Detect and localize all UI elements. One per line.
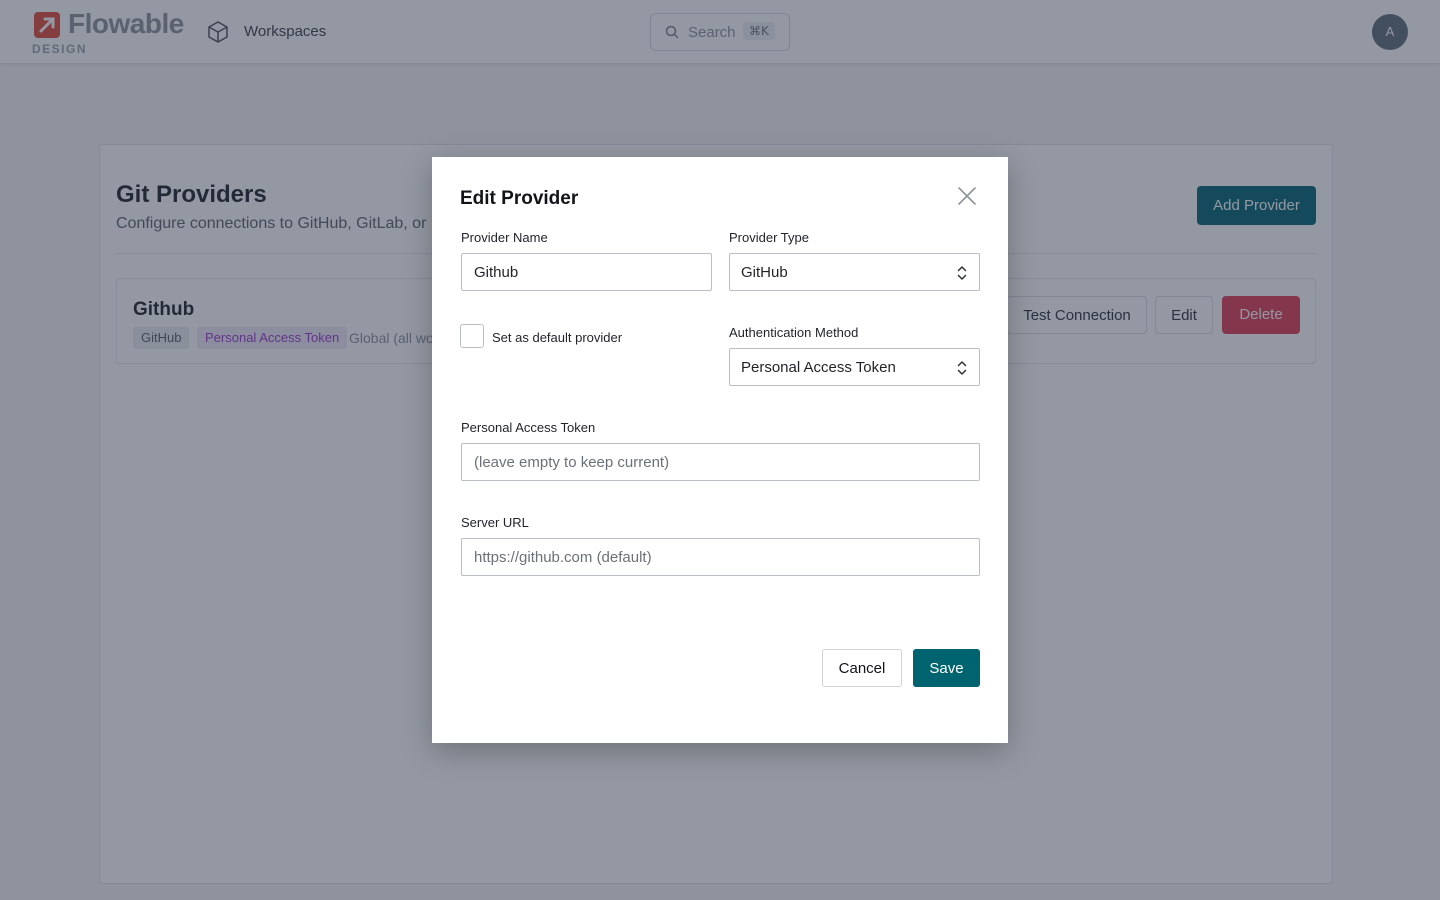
provider-name-input[interactable] [461,253,712,291]
token-label: Personal Access Token [461,420,596,435]
provider-type-value: GitHub [741,264,788,281]
default-provider-label[interactable]: Set as default provider [492,330,622,345]
token-input[interactable] [461,443,980,481]
default-provider-checkbox[interactable] [460,324,484,348]
server-url-input[interactable] [461,538,980,576]
cancel-button[interactable]: Cancel [822,649,902,687]
auth-method-value: Personal Access Token [741,359,896,376]
chevron-up-down-icon [957,266,967,280]
provider-type-select[interactable]: GitHub [729,253,980,291]
chevron-up-down-icon [957,361,967,375]
provider-name-label: Provider Name [461,230,548,245]
dialog-title: Edit Provider [460,188,579,209]
provider-type-label: Provider Type [729,230,809,245]
close-icon[interactable] [956,185,978,207]
auth-method-label: Authentication Method [729,325,859,340]
edit-provider-dialog: Edit Provider Provider Name Provider Typ… [432,157,1008,743]
auth-method-select[interactable]: Personal Access Token [729,348,980,386]
server-url-label: Server URL [461,515,529,530]
save-button[interactable]: Save [913,649,980,687]
